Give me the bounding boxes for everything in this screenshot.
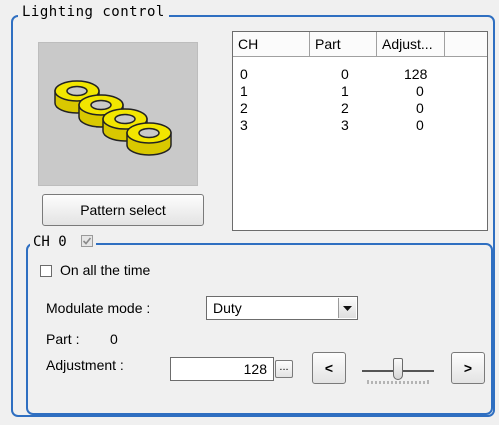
slider-thumb[interactable]: [393, 358, 403, 380]
cell-adjust: 128: [404, 66, 428, 82]
adjustment-label: Adjustment :: [46, 357, 124, 373]
always-on-checkbox[interactable]: [40, 265, 52, 277]
adjustment-slider[interactable]: [358, 350, 438, 388]
cell-ch: 1: [240, 83, 248, 99]
cell-part: 1: [341, 83, 349, 99]
cell-adjust: 0: [416, 117, 424, 133]
cell-adjust: 0: [416, 100, 424, 116]
modulate-mode-select[interactable]: Duty: [206, 296, 358, 320]
modulate-mode-value: Duty: [213, 300, 242, 316]
cell-ch: 3: [240, 117, 248, 133]
table-header: CH Part Adjust...: [233, 32, 487, 57]
decrement-button[interactable]: <: [312, 352, 346, 384]
check-icon: [83, 237, 92, 245]
table-row[interactable]: 2 2 0: [233, 100, 487, 117]
modulate-mode-label: Modulate mode :: [46, 300, 151, 316]
always-on-label: On all the time: [60, 262, 151, 278]
part-value: 0: [110, 331, 118, 347]
channel-group-header: CH 0: [30, 234, 97, 250]
table-row[interactable]: 0 0 128: [233, 66, 487, 83]
cell-part: 3: [341, 117, 349, 133]
lighting-rings-icon: [54, 80, 172, 156]
pattern-select-button[interactable]: Pattern select: [42, 194, 204, 226]
cell-ch: 0: [240, 66, 248, 82]
column-header-adjust[interactable]: Adjust...: [377, 32, 445, 56]
table-row[interactable]: 1 1 0: [233, 83, 487, 100]
dropdown-arrow-button[interactable]: [338, 298, 356, 318]
chevron-down-icon: [343, 306, 352, 311]
cell-adjust: 0: [416, 83, 424, 99]
channel-table[interactable]: CH Part Adjust... 0 0 128 1 1 0 2 2 0 3 …: [232, 31, 488, 231]
cell-part: 2: [341, 100, 349, 116]
cell-part: 0: [341, 66, 349, 82]
channel-title: CH 0: [33, 234, 67, 250]
pattern-preview-image: [38, 42, 198, 186]
lighting-control-title: Lighting control: [18, 4, 169, 20]
adjustment-ellipsis-button[interactable]: ...: [275, 360, 293, 378]
increment-button[interactable]: >: [451, 352, 485, 384]
table-row[interactable]: 3 3 0: [233, 117, 487, 134]
part-label: Part :: [46, 331, 80, 347]
adjustment-input[interactable]: 128: [170, 357, 274, 381]
column-header-ch[interactable]: CH: [233, 32, 310, 56]
column-header-part[interactable]: Part: [310, 32, 377, 56]
channel-enabled-checkbox[interactable]: [81, 235, 94, 247]
cell-ch: 2: [240, 100, 248, 116]
